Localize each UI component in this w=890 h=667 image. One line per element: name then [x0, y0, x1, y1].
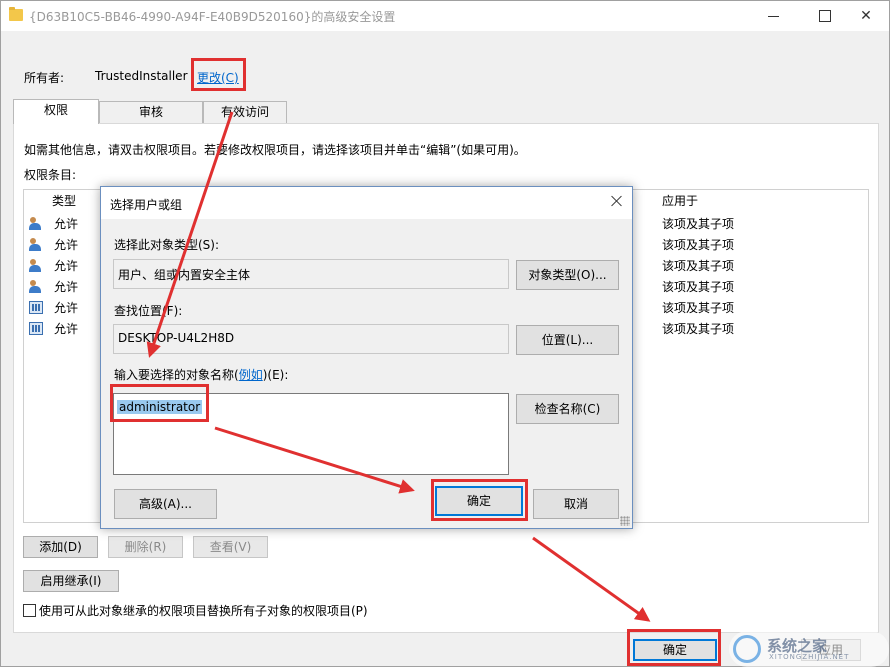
row-type: 允许 [54, 320, 78, 337]
row-apply-to: 该项及其子项 [662, 215, 734, 232]
highlight-box-ok [627, 629, 721, 666]
folder-icon [9, 9, 23, 21]
tab-permissions[interactable]: 权限 [13, 99, 99, 124]
maximize-button[interactable] [801, 1, 847, 31]
object-type-label: 选择此对象类型(S): [114, 236, 219, 253]
dialog-title-bar: 选择用户或组 [101, 187, 632, 219]
view-button[interactable]: 查看(V) [193, 536, 268, 558]
replace-child-permissions-label: 使用可从此对象继承的权限项目替换所有子对象的权限项目(P) [39, 602, 368, 619]
row-apply-to: 该项及其子项 [662, 320, 734, 337]
check-names-button[interactable]: 检查名称(C) [516, 394, 619, 424]
replace-child-permissions-checkbox[interactable] [23, 604, 36, 617]
owner-value: TrustedInstaller [95, 69, 188, 83]
row-apply-to: 该项及其子项 [662, 299, 734, 316]
highlight-box-change [191, 58, 246, 91]
row-type: 允许 [54, 236, 78, 253]
location-label: 查找位置(F): [114, 302, 182, 319]
tab-audit[interactable]: 审核 [99, 101, 203, 123]
minimize-button[interactable] [751, 1, 797, 31]
user-group-icon [29, 259, 43, 272]
column-type[interactable]: 类型 [46, 190, 106, 212]
user-group-icon [29, 280, 43, 293]
row-type: 允许 [54, 299, 78, 316]
select-users-dialog: 选择用户或组 选择此对象类型(S): 用户、组或内置安全主体 对象类型(O)..… [100, 186, 633, 529]
row-type: 允许 [54, 215, 78, 232]
object-name-label-prefix: 输入要选择的对象名称( [114, 368, 239, 382]
enable-inheritance-button[interactable]: 启用继承(I) [23, 570, 119, 592]
resize-grip-icon[interactable] [620, 516, 630, 526]
tab-effective-access[interactable]: 有效访问 [203, 101, 287, 123]
object-types-button[interactable]: 对象类型(O)... [516, 260, 619, 290]
row-apply-to: 该项及其子项 [662, 236, 734, 253]
object-name-label-suffix: )(E): [263, 368, 289, 382]
row-apply-to: 该项及其子项 [662, 278, 734, 295]
watermark-logo-icon [733, 635, 761, 663]
locations-button[interactable]: 位置(L)... [516, 325, 619, 355]
app-package-icon [29, 322, 43, 335]
column-apply-to[interactable]: 应用于 [656, 190, 869, 212]
row-apply-to: 该项及其子项 [662, 257, 734, 274]
watermark-subtext: XITONGZHIJIA.NET [769, 653, 849, 661]
examples-link[interactable]: 例如 [239, 368, 263, 382]
remove-button[interactable]: 删除(R) [108, 536, 183, 558]
owner-label: 所有者: [24, 69, 64, 86]
highlight-box-dialog-ok [431, 479, 528, 521]
advanced-button[interactable]: 高级(A)... [114, 489, 217, 519]
row-type: 允许 [54, 257, 78, 274]
user-group-icon [29, 238, 43, 251]
object-type-field: 用户、组或内置安全主体 [113, 259, 509, 289]
title-bar: {D63B10C5-BB46-4990-A94F-E40B9D520160}的高… [1, 1, 889, 31]
location-field: DESKTOP-U4L2H8D [113, 324, 509, 354]
highlight-box-name [110, 384, 209, 422]
add-button[interactable]: 添加(D) [23, 536, 98, 558]
object-name-label: 输入要选择的对象名称(例如)(E): [114, 366, 288, 383]
dialog-cancel-button[interactable]: 取消 [533, 489, 619, 519]
close-button[interactable]: ✕ [843, 1, 889, 31]
info-text: 如需其他信息，请双击权限项目。若要修改权限项目，请选择该项目并单击“编辑”(如果… [24, 141, 526, 158]
user-group-icon [29, 217, 43, 230]
row-type: 允许 [54, 278, 78, 295]
dialog-title: 选择用户或组 [110, 196, 182, 213]
window-title: {D63B10C5-BB46-4990-A94F-E40B9D520160}的高… [29, 8, 395, 25]
permission-entries-label: 权限条目: [24, 166, 76, 183]
app-package-icon [29, 301, 43, 314]
dialog-close-icon[interactable] [607, 192, 627, 212]
watermark: 系统之家 XITONGZHIJIA.NET [729, 631, 889, 667]
